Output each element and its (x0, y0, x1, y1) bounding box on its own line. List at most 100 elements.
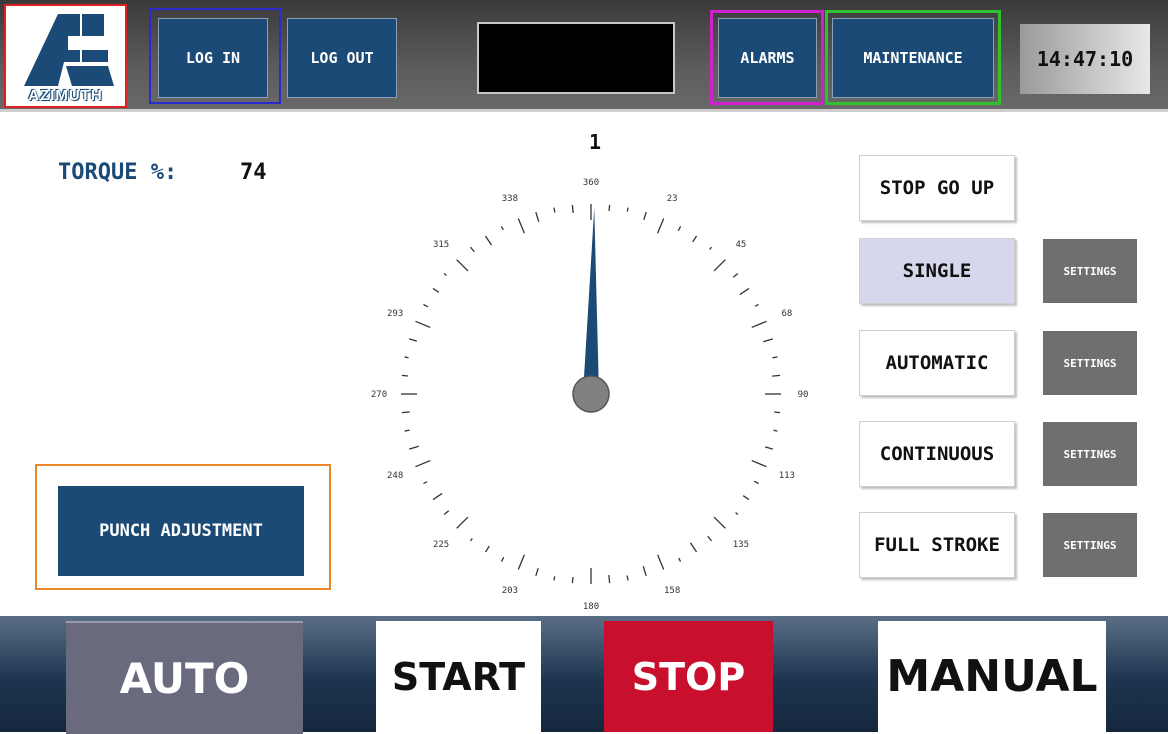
maintenance-button[interactable]: MAINTENANCE (832, 18, 994, 98)
dial-label: 135 (733, 540, 749, 550)
dial-label: 203 (502, 586, 518, 596)
dial-tick (707, 535, 713, 542)
clock-display: 14:47:10 (1020, 24, 1150, 94)
dial-tick (608, 204, 611, 211)
dial-tick (742, 495, 750, 501)
dial-tick (456, 516, 469, 529)
dial-tick (553, 207, 556, 213)
automatic-mode-button[interactable]: AUTOMATIC (859, 330, 1015, 396)
dial-tick (732, 272, 739, 278)
manual-button[interactable]: MANUAL (878, 621, 1106, 732)
dial-label: 23 (667, 194, 678, 204)
start-button[interactable]: START (376, 621, 541, 732)
dial-tick (751, 320, 767, 329)
dial-tick (500, 556, 505, 562)
dial-tick (553, 576, 556, 581)
full-stroke-mode-button[interactable]: FULL STROKE (859, 512, 1015, 578)
dial-needle (583, 208, 599, 395)
dial-label: 180 (583, 602, 599, 612)
dial-tick (517, 218, 526, 234)
dial-tick (423, 481, 428, 485)
dial-tick (517, 554, 526, 570)
dial-tick (443, 272, 447, 276)
continuous-mode-button[interactable]: CONTINUOUS (859, 421, 1015, 487)
dial-tick (774, 411, 781, 414)
dial-tick (656, 554, 665, 570)
dial-tick (773, 429, 778, 432)
punch-adjustment-button[interactable]: PUNCH ADJUSTMENT (58, 486, 304, 576)
full-stroke-settings-button[interactable]: SETTINGS (1043, 513, 1137, 577)
dial-tick (643, 211, 647, 221)
dial-tick (709, 246, 713, 250)
dial-tick (713, 259, 726, 272)
torque-label: TORQUE %: (58, 160, 178, 185)
dial-label: 90 (798, 390, 809, 400)
dial-tick (642, 566, 647, 577)
dial-tick (484, 545, 490, 553)
dial-label: 315 (433, 240, 449, 250)
dial-tick (469, 246, 475, 253)
dial-tick (656, 218, 665, 234)
dial-label: 158 (664, 586, 680, 596)
dial-tick (443, 510, 450, 516)
dial-tick (404, 356, 409, 359)
dial-label: 248 (387, 471, 403, 481)
dial-tick (608, 575, 611, 584)
dial-tick (401, 411, 410, 414)
dial-tick (692, 235, 698, 243)
dial-tick (432, 287, 440, 293)
dial-tick (484, 235, 493, 246)
dial-label: 360 (583, 178, 599, 188)
stop-go-up-button[interactable]: STOP GO UP (859, 155, 1015, 221)
dial-label: 270 (371, 390, 387, 400)
dial-tick (739, 287, 750, 296)
dial-label: 225 (433, 540, 449, 550)
dial-tick (626, 207, 629, 212)
message-display (477, 22, 675, 94)
dial-tick (571, 577, 574, 584)
single-mode-button[interactable]: SINGLE (859, 238, 1015, 304)
dial-tick (408, 338, 418, 342)
dial-tick (626, 575, 629, 581)
single-settings-button[interactable]: SETTINGS (1043, 239, 1137, 303)
dial-tick (432, 492, 443, 501)
top-bar-divider (0, 109, 1168, 112)
dial-label: 338 (502, 194, 518, 204)
torque-value: 74 (240, 160, 267, 185)
dial-tick (735, 512, 739, 516)
dial-tick (423, 303, 429, 308)
logout-button[interactable]: LOG OUT (287, 18, 397, 98)
azimuth-logo: AZIMUTH (4, 4, 127, 108)
dial-tick (772, 374, 781, 377)
dial-tick (500, 226, 504, 231)
auto-button[interactable]: AUTO (66, 621, 303, 734)
dial-tick (754, 303, 759, 307)
dial-tick (571, 204, 574, 213)
dial-label: 45 (735, 240, 746, 250)
dial-tick (408, 445, 419, 450)
continuous-settings-button[interactable]: SETTINGS (1043, 422, 1137, 486)
dial-tick (415, 320, 431, 329)
dial-label: 113 (779, 471, 795, 481)
dial-label: 68 (781, 309, 792, 319)
alarms-button[interactable]: ALARMS (718, 18, 817, 98)
dial-tick (764, 446, 774, 450)
dial-tick (689, 542, 698, 553)
dial-tick (404, 429, 410, 432)
dial-label: 293 (387, 309, 403, 319)
dial-tick (469, 538, 473, 542)
stop-button[interactable]: STOP (604, 621, 773, 732)
automatic-settings-button[interactable]: SETTINGS (1043, 331, 1137, 395)
login-button[interactable]: LOG IN (158, 18, 268, 98)
dial-tick (535, 567, 539, 577)
dial-tick (677, 226, 682, 232)
dial-tick (535, 211, 540, 222)
dial-tick (772, 356, 778, 359)
dial-tick (456, 259, 469, 272)
logo-text: AZIMUTH (28, 87, 103, 104)
dial-tick (678, 557, 682, 562)
dial-tick (763, 338, 774, 343)
dial-hub (572, 375, 610, 413)
dial-tick (753, 480, 759, 485)
dial-tick (713, 516, 726, 529)
